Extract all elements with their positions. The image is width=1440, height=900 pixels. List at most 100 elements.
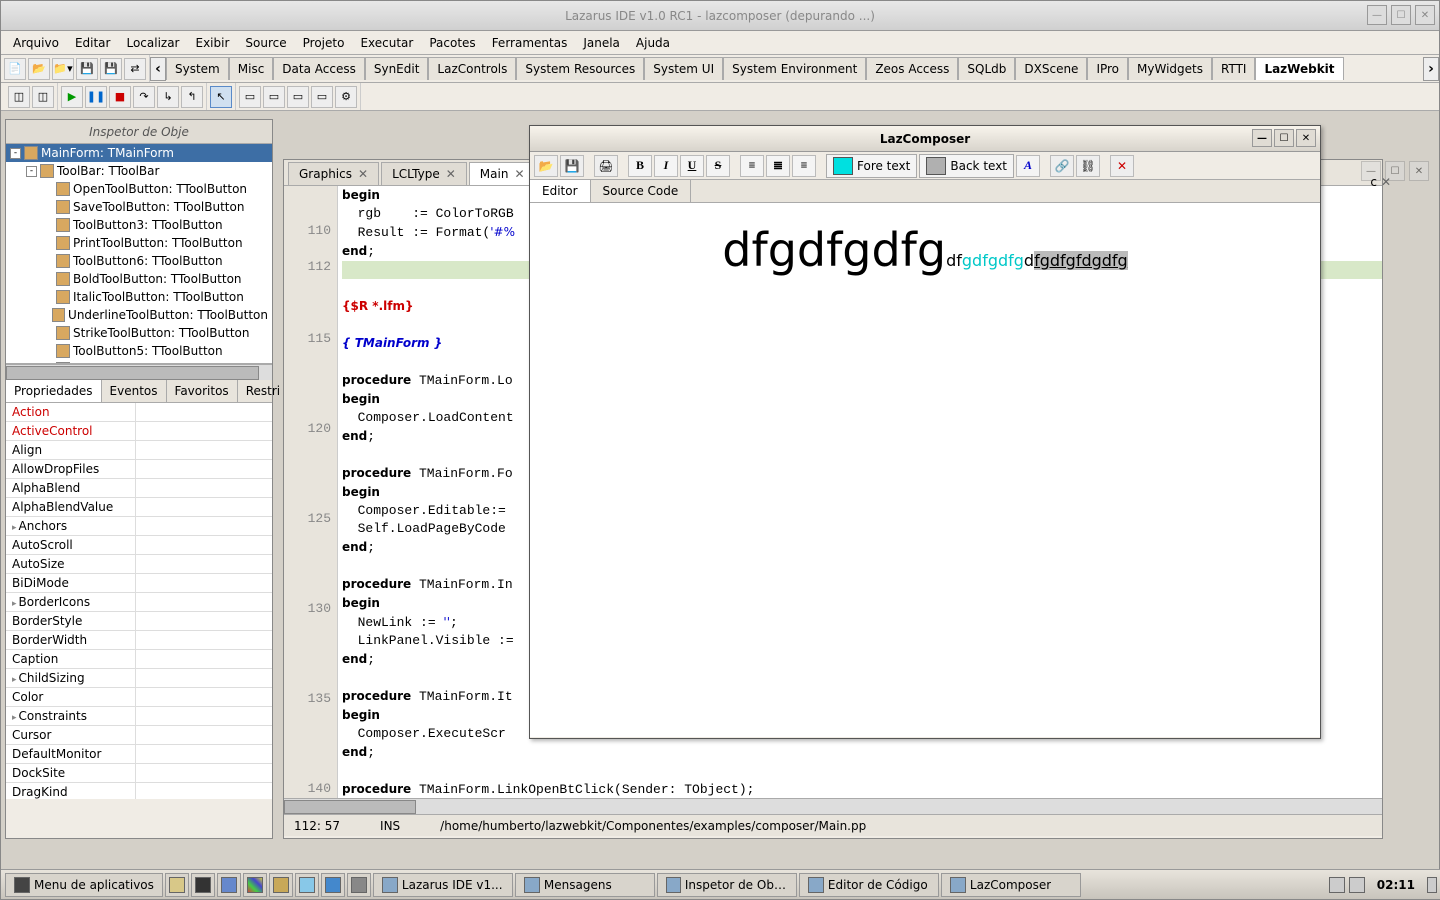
property-row[interactable]: DragKind <box>6 783 272 799</box>
quicklaunch-2[interactable] <box>191 873 215 897</box>
property-row[interactable]: Constraints <box>6 707 272 726</box>
stop-button[interactable]: ■ <box>109 86 131 108</box>
palette-component-4[interactable]: ▭ <box>311 86 333 108</box>
property-row[interactable]: AlphaBlend <box>6 479 272 498</box>
property-value[interactable] <box>136 726 272 744</box>
quicklaunch-6[interactable] <box>295 873 319 897</box>
property-row[interactable]: Cursor <box>6 726 272 745</box>
tree-node[interactable]: ItalicToolButton: TToolButton <box>6 288 272 306</box>
tree-node[interactable]: OpenToolButton: TToolButton <box>6 180 272 198</box>
step-over-button[interactable]: ↷ <box>133 86 155 108</box>
tree-expander[interactable]: - <box>26 166 37 177</box>
tray-icon-2[interactable] <box>1349 877 1365 893</box>
menu-arquivo[interactable]: Arquivo <box>5 33 67 53</box>
bold-button[interactable]: B <box>628 155 652 177</box>
property-value[interactable] <box>136 745 272 763</box>
backcolor-button[interactable]: Back text <box>919 154 1014 178</box>
pause-button[interactable]: ❚❚ <box>85 86 107 108</box>
menu-ajuda[interactable]: Ajuda <box>628 33 678 53</box>
property-value[interactable] <box>136 574 272 592</box>
composer-minimize-button[interactable]: — <box>1252 129 1272 147</box>
underline-button[interactable]: U <box>680 155 704 177</box>
inspector-tab-propriedades[interactable]: Propriedades <box>6 380 102 402</box>
palette-tab-misc[interactable]: Misc <box>229 57 274 80</box>
remove-link-button[interactable]: ⛓ <box>1076 155 1100 177</box>
font-button[interactable]: A <box>1016 155 1040 177</box>
property-value[interactable] <box>136 669 272 687</box>
save-button[interactable]: 💾 <box>76 58 98 80</box>
source-hscroll[interactable] <box>284 798 1382 814</box>
tree-node[interactable]: BoldToolButton: TToolButton <box>6 270 272 288</box>
palette-component-5[interactable]: ⚙ <box>335 86 357 108</box>
property-value[interactable] <box>136 460 272 478</box>
property-row[interactable]: Align <box>6 441 272 460</box>
property-row[interactable]: DefaultMonitor <box>6 745 272 764</box>
palette-component-3[interactable]: ▭ <box>287 86 309 108</box>
menu-executar[interactable]: Executar <box>352 33 421 53</box>
property-value[interactable] <box>136 783 272 799</box>
selection-tool-button[interactable]: ↖ <box>210 86 232 108</box>
close-button[interactable]: ✕ <box>1415 5 1435 25</box>
property-row[interactable]: BorderIcons <box>6 593 272 612</box>
property-row[interactable]: ActiveControl <box>6 422 272 441</box>
view-forms-button[interactable]: ◫ <box>32 86 54 108</box>
palette-tab-mywidgets[interactable]: MyWidgets <box>1128 57 1212 80</box>
src-close-button[interactable]: ✕ <box>1409 161 1429 181</box>
open-recent-button[interactable]: 📁▾ <box>52 58 74 80</box>
insert-link-button[interactable]: 🔗 <box>1050 155 1074 177</box>
property-row[interactable]: AllowDropFiles <box>6 460 272 479</box>
tree-node[interactable]: ToolButton3: TToolButton <box>6 216 272 234</box>
new-file-button[interactable]: 📄 <box>4 58 26 80</box>
taskbar-item[interactable]: LazComposer <box>941 873 1081 897</box>
tree-node[interactable]: SaveToolButton: TToolButton <box>6 198 272 216</box>
strikethrough-button[interactable]: S <box>706 155 730 177</box>
palette-component-2[interactable]: ▭ <box>263 86 285 108</box>
open-file-button[interactable]: 📂 <box>28 58 50 80</box>
quicklaunch-1[interactable] <box>165 873 189 897</box>
composer-print-button[interactable]: 🖨 <box>594 155 618 177</box>
property-row[interactable]: BorderStyle <box>6 612 272 631</box>
property-value[interactable] <box>136 422 272 440</box>
maximize-button[interactable]: ☐ <box>1391 5 1411 25</box>
composer-open-button[interactable]: 📂 <box>534 155 558 177</box>
tree-node[interactable]: PrintToolButton: TToolButton <box>6 234 272 252</box>
property-row[interactable]: Anchors <box>6 517 272 536</box>
tree-hscroll[interactable] <box>6 364 272 380</box>
source-tab-graphics[interactable]: Graphics✕ <box>288 162 379 185</box>
palette-tab-lazwebkit[interactable]: LazWebkit <box>1255 57 1343 80</box>
forecolor-button[interactable]: Fore text <box>826 154 917 178</box>
source-tab-main[interactable]: Main✕ <box>469 162 536 185</box>
inspector-tab-eventos[interactable]: Eventos <box>102 380 167 402</box>
tree-expander[interactable]: - <box>10 148 21 159</box>
composer-save-button[interactable]: 💾 <box>560 155 584 177</box>
composer-close-button[interactable]: ✕ <box>1296 129 1316 147</box>
toggle-form-unit-button[interactable]: ⇄ <box>124 58 146 80</box>
quicklaunch-5[interactable] <box>269 873 293 897</box>
quicklaunch-8[interactable] <box>347 873 371 897</box>
palette-tab-system-environment[interactable]: System Environment <box>723 57 866 80</box>
property-value[interactable] <box>136 441 272 459</box>
component-tree[interactable]: -MainForm: TMainForm-ToolBar: TToolBarOp… <box>6 144 272 364</box>
tree-node[interactable]: ToolButton6: TToolButton <box>6 252 272 270</box>
property-row[interactable]: Caption <box>6 650 272 669</box>
taskbar-item[interactable]: Inspetor de Obje... <box>657 873 797 897</box>
property-value[interactable] <box>136 707 272 725</box>
run-button[interactable]: ▶ <box>61 86 83 108</box>
property-row[interactable]: Color <box>6 688 272 707</box>
palette-component-1[interactable]: ▭ <box>239 86 261 108</box>
menu-ferramentas[interactable]: Ferramentas <box>484 33 576 53</box>
property-row[interactable]: BorderWidth <box>6 631 272 650</box>
step-into-button[interactable]: ↳ <box>157 86 179 108</box>
source-tab-close[interactable]: ✕ <box>446 167 456 181</box>
menu-source[interactable]: Source <box>237 33 294 53</box>
property-value[interactable] <box>136 555 272 573</box>
source-tab-close[interactable]: ✕ <box>358 167 368 181</box>
palette-scroll-left[interactable]: ‹ <box>150 57 166 81</box>
palette-tab-ipro[interactable]: IPro <box>1087 57 1128 80</box>
palette-tab-system-resources[interactable]: System Resources <box>516 57 644 80</box>
composer-tab-source-code[interactable]: Source Code <box>591 180 692 202</box>
palette-tab-data-access[interactable]: Data Access <box>273 57 365 80</box>
palette-tab-system[interactable]: System <box>166 57 229 80</box>
quicklaunch-7[interactable] <box>321 873 345 897</box>
menu-janela[interactable]: Janela <box>575 33 628 53</box>
